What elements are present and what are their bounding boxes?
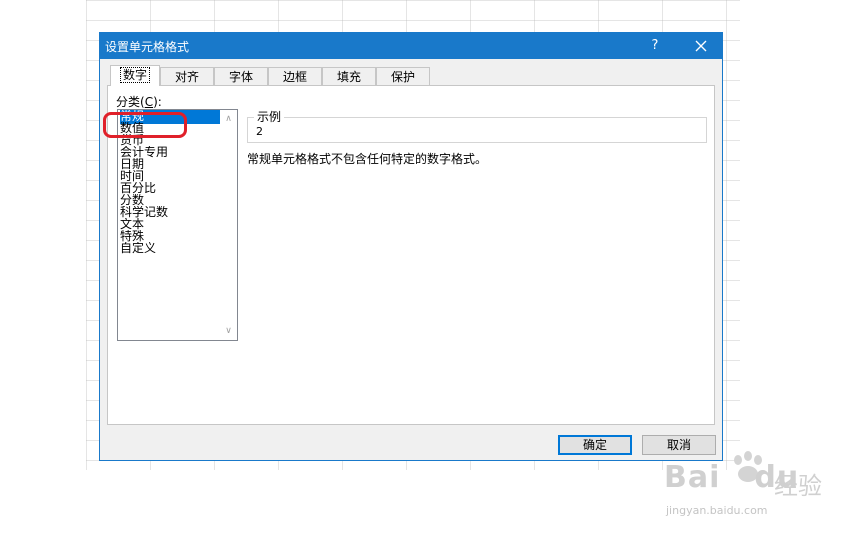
tab-alignment[interactable]: 对齐 — [160, 67, 214, 85]
tab-border[interactable]: 边框 — [268, 67, 322, 85]
dialog-titlebar[interactable]: 设置单元格格式 ? — [100, 33, 722, 59]
category-scrollbar[interactable]: ∧ ∨ — [220, 110, 237, 340]
tab-alignment-label: 对齐 — [174, 70, 199, 84]
scroll-up-icon[interactable]: ∧ — [220, 112, 237, 126]
sample-label: 示例 — [254, 108, 285, 125]
category-item-custom[interactable]: 自定义 — [120, 242, 220, 256]
tab-number-label: 数字 — [119, 67, 150, 83]
format-cells-dialog: 设置单元格格式 ? 数字 对齐 字体 边框 填充 保护 分类(C): 常规 数值… — [99, 32, 723, 461]
category-label-suffix: ): — [153, 95, 162, 109]
scroll-down-icon[interactable]: ∨ — [220, 324, 237, 338]
close-button[interactable] — [684, 33, 718, 59]
sample-value: 2 — [256, 125, 263, 138]
watermark-sub: 经验 — [774, 472, 822, 500]
tab-protection-label: 保护 — [390, 70, 415, 84]
tab-border-label: 边框 — [282, 70, 307, 84]
ok-button[interactable]: 确定 — [558, 435, 632, 455]
category-listbox[interactable]: 常规 数值 货币 会计专用 日期 时间 百分比 分数 科学记数 文本 特殊 自定… — [117, 109, 238, 341]
watermark-logo-part1: Bai — [664, 460, 721, 495]
number-tab-panel: 分类(C): 常规 数值 货币 会计专用 日期 时间 百分比 分数 科学记数 文… — [107, 85, 715, 425]
help-button[interactable]: ? — [640, 33, 670, 59]
tab-font-label: 字体 — [228, 70, 253, 84]
format-description: 常规单元格格式不包含任何特定的数字格式。 — [247, 152, 488, 166]
tab-fill-label: 填充 — [336, 70, 361, 84]
sample-group: 2 — [247, 117, 707, 143]
dialog-title: 设置单元格格式 — [105, 40, 190, 54]
category-label-accesskey: C — [144, 95, 154, 109]
category-label: 分类(C): — [116, 93, 162, 110]
baidu-watermark: Bai du 经验 jingyan.baidu.com — [664, 446, 824, 526]
tab-protection[interactable]: 保护 — [376, 67, 430, 85]
close-icon — [695, 40, 707, 52]
tab-fill[interactable]: 填充 — [322, 67, 376, 85]
tab-font[interactable]: 字体 — [214, 67, 268, 85]
watermark-url: jingyan.baidu.com — [666, 504, 768, 517]
tab-number[interactable]: 数字 — [110, 65, 160, 86]
red-highlight-annotation — [103, 112, 187, 138]
category-label-prefix: 分类( — [116, 95, 145, 109]
